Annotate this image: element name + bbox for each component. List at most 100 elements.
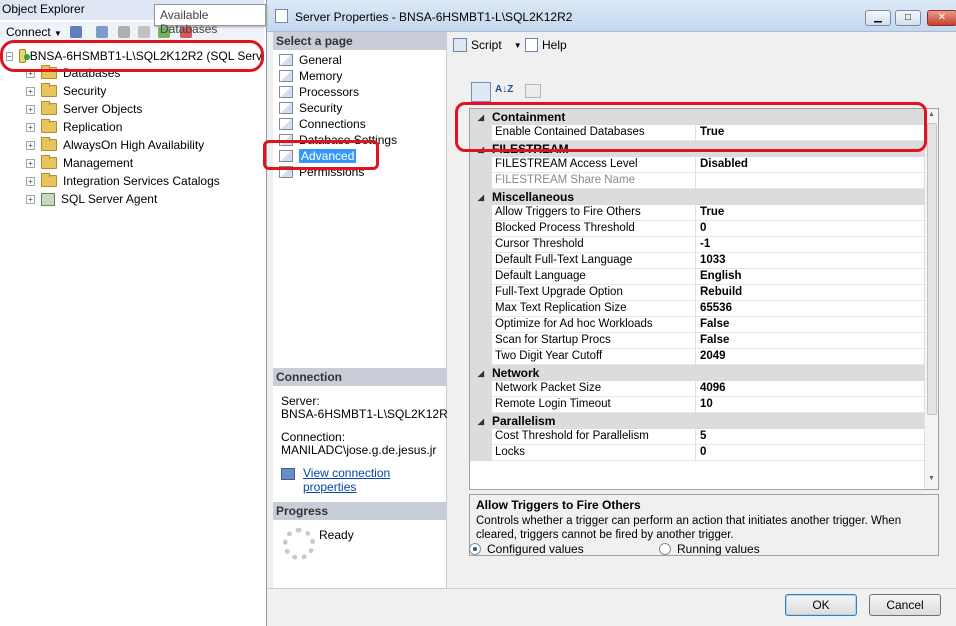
scroll-down-icon[interactable]: ▼ [928,475,935,482]
expand-icon[interactable]: + [26,194,35,204]
property-value[interactable]: False [696,317,729,333]
category-row[interactable]: ◢ Miscellaneous [470,189,924,205]
minimize-button[interactable]: ▁ [865,10,891,26]
running-values-radio[interactable]: Running values [659,542,760,556]
property-pages-icon[interactable] [525,84,541,98]
close-button[interactable]: ✕ [927,10,956,26]
disconnect-icon[interactable] [96,26,108,38]
collapse-category-icon[interactable]: ◢ [470,193,492,202]
radio-unselected-icon[interactable] [659,543,671,555]
property-value[interactable] [696,173,700,189]
folder-icon [41,173,57,187]
property-row[interactable]: Two Digit Year Cutoff 2049 [492,348,924,365]
tree-node[interactable]: + SQL Server Agent [26,190,157,208]
page-item-memory[interactable]: Memory [279,68,342,83]
property-value[interactable]: 10 [696,397,713,413]
tree-node[interactable]: + Replication [26,118,122,136]
ok-button[interactable]: OK [785,594,857,616]
server-icon [18,49,30,63]
category-row[interactable]: ◢ Containment [470,109,924,125]
property-row[interactable]: FILESTREAM Share Name [492,172,924,189]
property-row[interactable]: Remote Login Timeout 10 [492,396,924,413]
expand-icon[interactable]: + [26,86,35,96]
property-value[interactable]: Rebuild [696,285,742,301]
property-value[interactable]: -1 [696,237,710,253]
tree-node[interactable]: + AlwaysOn High Availability [26,136,204,154]
property-value[interactable]: 2049 [696,349,726,365]
property-row[interactable]: Cost Threshold for Parallelism 5 [492,428,924,445]
tree-node[interactable]: + Server Objects [26,100,142,118]
property-row[interactable]: Optimize for Ad hoc Workloads False [492,316,924,333]
help-button[interactable]: Help [525,38,567,52]
collapse-category-icon[interactable]: ◢ [470,369,492,378]
help-icon [525,38,538,52]
categorized-icon[interactable] [471,82,491,102]
page-item-database-settings[interactable]: Database Settings [279,132,397,147]
property-row[interactable]: Allow Triggers to Fire Others True [492,204,924,221]
page-item-advanced[interactable]: Advanced [279,148,357,163]
property-row[interactable]: Blocked Process Threshold 0 [492,220,924,237]
maximize-button[interactable]: □ [895,10,921,26]
grid-scrollbar[interactable]: ▲ ▼ [924,109,938,489]
view-connection-properties-link[interactable]: View connection properties [303,466,446,494]
property-value[interactable]: English [696,269,742,285]
property-value[interactable]: True [696,205,724,221]
collapse-category-icon[interactable]: ◢ [470,113,492,122]
property-row[interactable]: Network Packet Size 4096 [492,380,924,397]
expand-icon[interactable]: + [26,68,35,78]
filter-icon[interactable] [138,26,150,38]
tree-node[interactable]: + Databases [26,64,120,82]
property-value[interactable]: 1033 [696,253,726,269]
property-value[interactable]: 5 [696,429,706,445]
property-value[interactable]: 65536 [696,301,732,317]
connection-properties-icon [281,468,295,480]
cancel-button[interactable]: Cancel [869,594,941,616]
stop-icon[interactable] [118,26,130,38]
page-item-general[interactable]: General [279,52,342,67]
page-item-connections[interactable]: Connections [279,116,366,131]
property-value[interactable]: True [696,125,724,141]
collapse-icon[interactable]: − [6,51,13,61]
tree-node[interactable]: + Security [26,82,106,100]
property-row[interactable]: Full-Text Upgrade Option Rebuild [492,284,924,301]
page-item-security[interactable]: Security [279,100,342,115]
category-row[interactable]: ◢ FILESTREAM [470,141,924,157]
property-row[interactable]: Locks 0 [492,444,924,461]
property-row[interactable]: Cursor Threshold -1 [492,236,924,253]
expand-icon[interactable]: + [26,176,35,186]
property-row[interactable]: Max Text Replication Size 65536 [492,300,924,317]
scrollbar-thumb[interactable] [927,123,937,415]
property-row[interactable]: Default Language English [492,268,924,285]
page-item-permissions[interactable]: Permissions [279,164,364,179]
category-row[interactable]: ◢ Network [470,365,924,381]
tree-server-node[interactable]: − BNSA-6HSMBT1-L\SQL2K12R2 (SQL Serv [6,47,262,65]
property-row[interactable]: Default Full-Text Language 1033 [492,252,924,269]
radio-selected-icon[interactable] [469,543,481,555]
property-row[interactable]: FILESTREAM Access Level Disabled [492,156,924,173]
connect-button[interactable]: Connect ▼ [6,25,62,39]
script-button[interactable]: Script ▼ [453,38,522,52]
page-item-processors[interactable]: Processors [279,84,359,99]
property-row[interactable]: Scan for Startup Procs False [492,332,924,349]
property-value[interactable]: 0 [696,221,706,237]
expand-icon[interactable]: + [26,122,35,132]
property-value[interactable]: 0 [696,445,706,461]
chevron-down-icon[interactable]: ▼ [514,41,522,50]
alphabetical-icon[interactable]: A↓Z [495,84,513,95]
property-row[interactable]: Enable Contained Databases True [492,124,924,141]
expand-icon[interactable]: + [26,104,35,114]
property-value[interactable]: 4096 [696,381,726,397]
collapse-category-icon[interactable]: ◢ [470,417,492,426]
collapse-category-icon[interactable]: ◢ [470,145,492,154]
tree-node[interactable]: + Management [26,154,133,172]
expand-icon[interactable]: + [26,140,35,150]
page-label: Memory [299,68,343,83]
expand-icon[interactable]: + [26,158,35,168]
configured-values-radio[interactable]: Configured values [469,542,584,556]
scroll-up-icon[interactable]: ▲ [928,111,935,118]
property-value[interactable]: Disabled [696,157,748,173]
category-row[interactable]: ◢ Parallelism [470,413,924,429]
connect-object-icon[interactable] [70,26,82,38]
property-value[interactable]: False [696,333,729,349]
tree-node[interactable]: + Integration Services Catalogs [26,172,220,190]
